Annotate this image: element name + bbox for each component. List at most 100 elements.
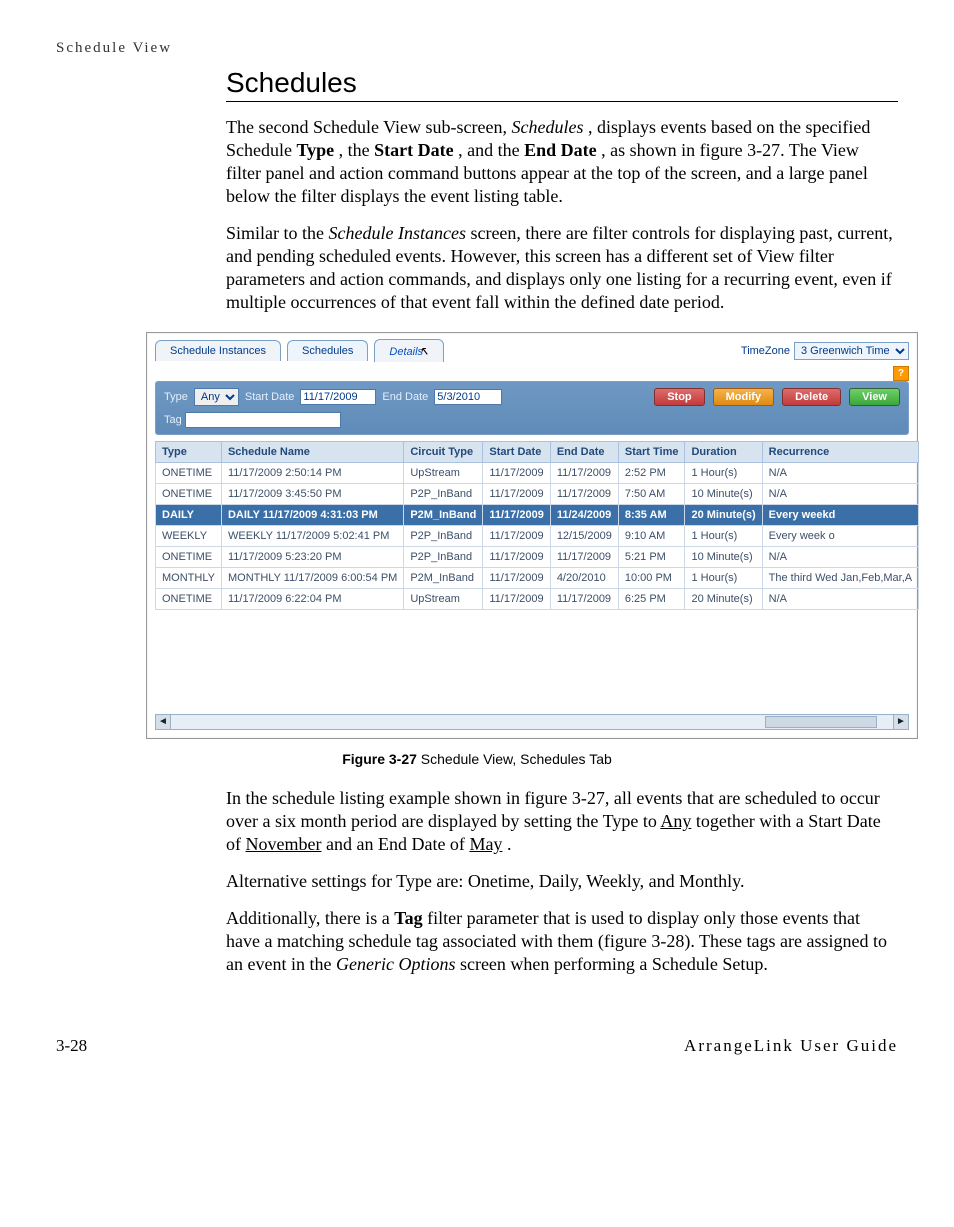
paragraph-5: Additionally, there is a Tag filter para… bbox=[226, 907, 898, 976]
underline: Any bbox=[660, 811, 691, 831]
table-cell: 11/17/2009 bbox=[550, 463, 618, 484]
italic: Generic Options bbox=[336, 954, 455, 974]
paragraph-1: The second Schedule View sub-screen, Sch… bbox=[226, 116, 898, 208]
col-recurrence[interactable]: Recurrence bbox=[762, 442, 918, 463]
table-row[interactable]: ONETIME11/17/2009 6:22:04 PMUpStream11/1… bbox=[156, 589, 919, 610]
horizontal-scrollbar[interactable]: ◄ ► bbox=[155, 714, 909, 730]
col-end-date[interactable]: End Date bbox=[550, 442, 618, 463]
table-cell: 1 Hour(s) bbox=[685, 568, 762, 589]
scroll-track[interactable] bbox=[171, 714, 893, 730]
text: and an End Date of bbox=[326, 834, 469, 854]
table-cell: ONETIME bbox=[156, 589, 222, 610]
end-date-label: End Date bbox=[382, 391, 428, 403]
text: , the bbox=[339, 140, 375, 160]
table-row[interactable]: ONETIME11/17/2009 5:23:20 PMP2P_InBand11… bbox=[156, 547, 919, 568]
underline: November bbox=[246, 834, 322, 854]
table-cell: UpStream bbox=[404, 463, 483, 484]
scroll-right-arrow-icon[interactable]: ► bbox=[893, 714, 909, 730]
table-cell: DAILY bbox=[156, 505, 222, 526]
scroll-thumb[interactable] bbox=[765, 716, 877, 728]
guide-title: ArrangeLink User Guide bbox=[684, 1036, 898, 1056]
stop-button[interactable]: Stop bbox=[654, 388, 704, 406]
table-cell: 11/17/2009 bbox=[483, 526, 550, 547]
text: . bbox=[507, 834, 512, 854]
table-cell: 11/17/2009 bbox=[483, 589, 550, 610]
table-cell: 11/17/2009 bbox=[483, 484, 550, 505]
cursor-icon: ↖ bbox=[419, 344, 429, 358]
table-cell: N/A bbox=[762, 463, 918, 484]
empty-area bbox=[155, 618, 909, 708]
table-cell: 20 Minute(s) bbox=[685, 505, 762, 526]
table-cell: 2:52 PM bbox=[618, 463, 685, 484]
text: Similar to the bbox=[226, 223, 329, 243]
button-group: Stop Modify Delete View bbox=[654, 388, 900, 406]
table-row[interactable]: ONETIME11/17/2009 3:45:50 PMP2P_InBand11… bbox=[156, 484, 919, 505]
table-cell: 11/17/2009 bbox=[483, 547, 550, 568]
paragraph-2: Similar to the Schedule Instances screen… bbox=[226, 222, 898, 314]
table-row[interactable]: MONTHLYMONTHLY 11/17/2009 6:00:54 PMP2M_… bbox=[156, 568, 919, 589]
page-footer: 3-28 ArrangeLink User Guide bbox=[56, 1036, 898, 1056]
delete-button[interactable]: Delete bbox=[782, 388, 841, 406]
table-cell: 11/17/2009 3:45:50 PM bbox=[221, 484, 403, 505]
help-icon[interactable]: ? bbox=[893, 366, 909, 381]
table-cell: 11/17/2009 bbox=[550, 589, 618, 610]
view-button[interactable]: View bbox=[849, 388, 900, 406]
tag-label: Tag bbox=[164, 414, 182, 426]
table-header-row: Type Schedule Name Circuit Type Start Da… bbox=[156, 442, 919, 463]
text: screen when performing a Schedule Setup. bbox=[460, 954, 768, 974]
table-cell: P2P_InBand bbox=[404, 526, 483, 547]
figure-number: Figure 3-27 bbox=[342, 751, 417, 767]
table-cell: UpStream bbox=[404, 589, 483, 610]
table-cell: 11/17/2009 bbox=[550, 484, 618, 505]
scroll-left-arrow-icon[interactable]: ◄ bbox=[155, 714, 171, 730]
table-row[interactable]: WEEKLYWEEKLY 11/17/2009 5:02:41 PMP2P_In… bbox=[156, 526, 919, 547]
start-date-input[interactable] bbox=[300, 389, 376, 405]
col-start-time[interactable]: Start Time bbox=[618, 442, 685, 463]
table-cell: N/A bbox=[762, 484, 918, 505]
paragraph-4: Alternative settings for Type are: Oneti… bbox=[226, 870, 898, 893]
table-cell: Every week o bbox=[762, 526, 918, 547]
table-cell: MONTHLY 11/17/2009 6:00:54 PM bbox=[221, 568, 403, 589]
table-row[interactable]: DAILYDAILY 11/17/2009 4:31:03 PMP2M_InBa… bbox=[156, 505, 919, 526]
table-cell: Every weekd bbox=[762, 505, 918, 526]
table-cell: N/A bbox=[762, 589, 918, 610]
col-circuit-type[interactable]: Circuit Type bbox=[404, 442, 483, 463]
tab-schedule-instances[interactable]: Schedule Instances bbox=[155, 340, 281, 361]
figure-title: Schedule View, Schedules Tab bbox=[417, 751, 612, 767]
table-cell: 11/17/2009 bbox=[483, 463, 550, 484]
end-date-input[interactable] bbox=[434, 389, 502, 405]
table-cell: 11/17/2009 bbox=[483, 568, 550, 589]
col-duration[interactable]: Duration bbox=[685, 442, 762, 463]
paragraph-3: In the schedule listing example shown in… bbox=[226, 787, 898, 856]
schedule-table: Type Schedule Name Circuit Type Start Da… bbox=[155, 441, 919, 610]
table-cell: 11/17/2009 2:50:14 PM bbox=[221, 463, 403, 484]
schedules-screenshot: Schedule Instances Schedules Details↖ Ti… bbox=[146, 332, 918, 739]
table-cell: 11/17/2009 bbox=[483, 505, 550, 526]
table-cell: 12/15/2009 bbox=[550, 526, 618, 547]
table-cell: The third Wed Jan,Feb,Mar,A bbox=[762, 568, 918, 589]
table-cell: 6:25 PM bbox=[618, 589, 685, 610]
table-cell: 10:00 PM bbox=[618, 568, 685, 589]
col-schedule-name[interactable]: Schedule Name bbox=[221, 442, 403, 463]
table-cell: 11/17/2009 bbox=[550, 547, 618, 568]
section-title: Schedules bbox=[226, 67, 898, 99]
table-cell: 4/20/2010 bbox=[550, 568, 618, 589]
table-cell: ONETIME bbox=[156, 484, 222, 505]
tab-schedules[interactable]: Schedules bbox=[287, 340, 368, 361]
filter-bar: Type Any Start Date End Date Stop Modify… bbox=[155, 381, 909, 435]
table-cell: ONETIME bbox=[156, 463, 222, 484]
table-cell: 20 Minute(s) bbox=[685, 589, 762, 610]
tab-details[interactable]: Details↖ bbox=[374, 339, 444, 362]
table-cell: P2P_InBand bbox=[404, 484, 483, 505]
timezone-select[interactable]: 3 Greenwich Time bbox=[794, 342, 909, 360]
table-cell: P2M_InBand bbox=[404, 568, 483, 589]
table-cell: P2P_InBand bbox=[404, 547, 483, 568]
modify-button[interactable]: Modify bbox=[713, 388, 774, 406]
tag-input[interactable] bbox=[185, 412, 341, 428]
col-type[interactable]: Type bbox=[156, 442, 222, 463]
table-cell: 10 Minute(s) bbox=[685, 547, 762, 568]
text: , and the bbox=[458, 140, 524, 160]
table-row[interactable]: ONETIME11/17/2009 2:50:14 PMUpStream11/1… bbox=[156, 463, 919, 484]
col-start-date[interactable]: Start Date bbox=[483, 442, 550, 463]
type-select[interactable]: Any bbox=[194, 388, 239, 406]
